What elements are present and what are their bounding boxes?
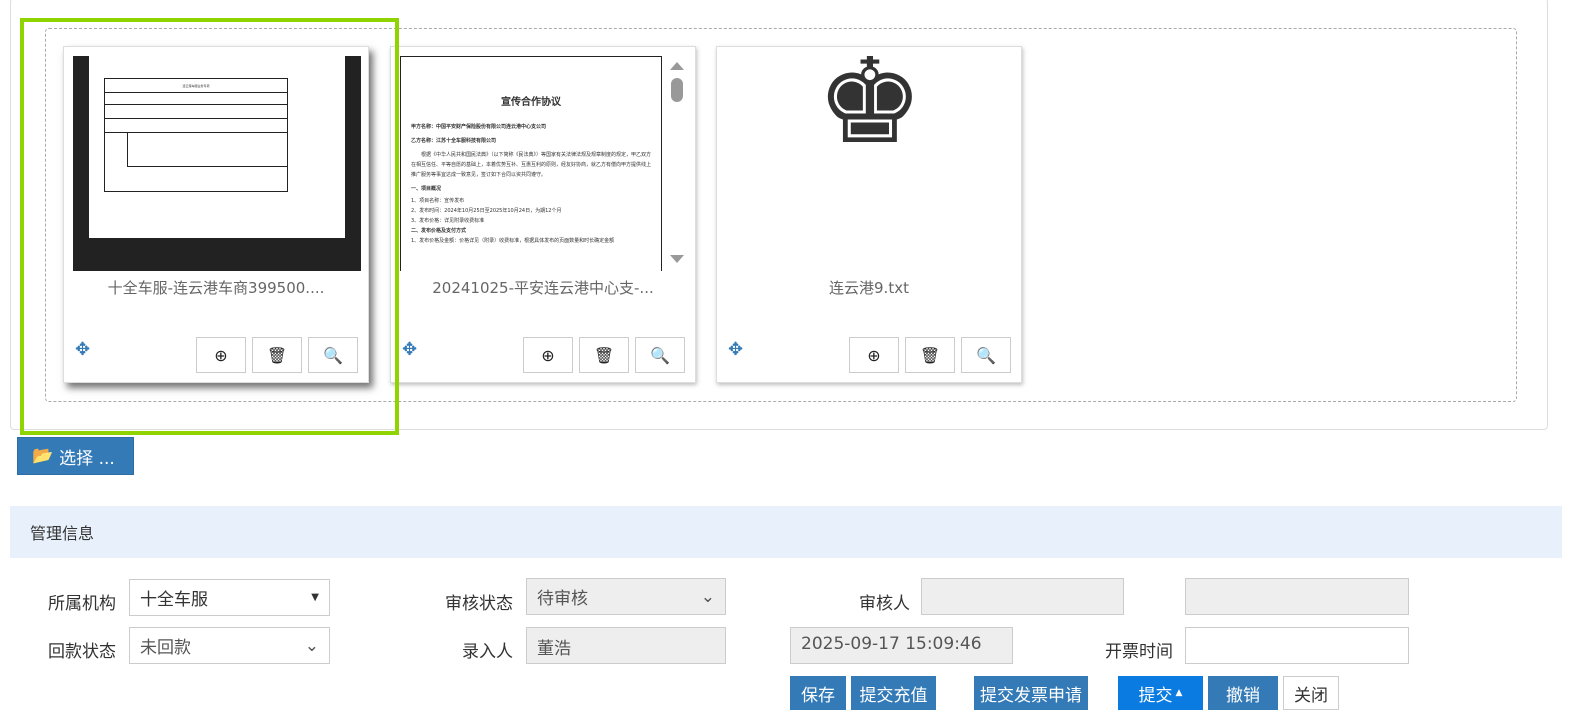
move-icon[interactable]: ✥ [402, 339, 417, 360]
preview-line: 1、项目名称：宣传发布 [411, 198, 465, 204]
submit-label: 提交 [1138, 685, 1173, 706]
preview-line: 1、发布价格及金额：价格详见（附录）收费标准，根据具体发布的页面数量和时长确定金… [411, 238, 615, 244]
section-title: 管理信息 [10, 506, 1562, 558]
file-card[interactable]: ♚ 连云港9.txt ✥ ⊕ 🗑 🔍 [716, 46, 1022, 383]
preview-line: 乙方名称：江苏十全车服科技有限公司 [411, 138, 497, 144]
revoke-button[interactable]: 撤销 [1208, 676, 1278, 710]
zoom-button[interactable]: 🔍 [635, 337, 685, 373]
trash-icon: 🗑 [593, 345, 615, 365]
close-button[interactable]: 关闭 [1283, 676, 1339, 710]
zoom-icon: 🔍 [976, 345, 996, 365]
download-button[interactable]: ⊕ [849, 337, 899, 373]
preview-line: 一、项目概况 [411, 186, 442, 192]
choose-label: 选择 ... [59, 448, 115, 469]
file-thumbnail[interactable]: ♚ [726, 56, 1014, 271]
download-icon: ⊕ [541, 345, 555, 365]
preview-line: 甲方名称：中国平安财产保险股份有限公司连云港中心支公司 [411, 124, 547, 130]
payment-status-select[interactable]: 未回款 ⌄ [129, 627, 330, 664]
auditor-label: 审核人 [859, 594, 910, 614]
audit-status-value: 待审核 [537, 589, 588, 609]
folder-open-icon: 📂 [32, 446, 54, 466]
choose-file-button[interactable]: 📂 选择 ... [17, 437, 134, 475]
chevron-down-icon: ⌄ [700, 586, 715, 607]
trash-icon: 🗑 [919, 345, 941, 365]
auditor-field[interactable] [921, 578, 1124, 615]
selected-file-highlight [20, 18, 399, 435]
zoom-button[interactable]: 🔍 [961, 337, 1011, 373]
submit-invoice-button[interactable]: 提交发票申请 [974, 676, 1088, 710]
file-text-icon: ♚ [816, 56, 924, 171]
file-thumbnail[interactable]: 宣传合作协议 甲方名称：中国平安财产保险股份有限公司连云港中心支公司 乙方名称：… [400, 56, 688, 271]
extra-field[interactable] [1185, 578, 1409, 615]
file-card[interactable]: 宣传合作协议 甲方名称：中国平安财产保险股份有限公司连云港中心支公司 乙方名称：… [390, 46, 696, 383]
preview-line: 2、发布时间：2024年10月25日至2025年10月24日，为期12个月 [411, 208, 562, 214]
org-select[interactable]: 十全车服 ▼ [129, 579, 330, 616]
preview-scrollbar[interactable] [666, 56, 688, 271]
delete-button[interactable]: 🗑 [579, 337, 629, 373]
entry-time-field[interactable]: 2025-09-17 15:09:46 [790, 627, 1013, 664]
org-label: 所属机构 [48, 594, 116, 614]
move-icon[interactable]: ✥ [728, 339, 743, 360]
preview-title: 宣传合作协议 [501, 97, 561, 108]
invoice-time-label: 开票时间 [1105, 642, 1173, 662]
audit-status-select[interactable]: 待审核 ⌄ [526, 578, 726, 615]
delete-button[interactable]: 🗑 [905, 337, 955, 373]
org-value: 十全车服 [140, 590, 208, 610]
payment-status-label: 回款状态 [48, 642, 116, 662]
preview-line: 3、发布价格：详见附录收费标准 [411, 218, 485, 224]
file-caption: 20241025-平安连云港中心支-... [432, 279, 654, 297]
download-button[interactable]: ⊕ [523, 337, 573, 373]
file-caption: 连云港9.txt [829, 279, 909, 297]
audit-status-label: 审核状态 [445, 594, 513, 614]
save-button[interactable]: 保存 [790, 676, 846, 710]
download-icon: ⊕ [867, 345, 881, 365]
caret-up-icon: ▲ [1175, 688, 1183, 698]
entered-by-field[interactable]: 董浩 [526, 627, 726, 664]
zoom-icon: 🔍 [650, 345, 670, 365]
caret-down-icon: ▼ [311, 592, 319, 603]
entered-by-label: 录入人 [462, 642, 513, 662]
submit-dropdown-button[interactable]: 提交 ▲ [1118, 676, 1203, 710]
submit-recharge-button[interactable]: 提交充值 [851, 676, 936, 710]
preview-line: 二、发布价格及支付方式 [411, 228, 467, 234]
payment-status-value: 未回款 [140, 638, 191, 658]
chevron-down-icon: ⌄ [304, 635, 319, 656]
preview-line: 根据《中华人民共和国民法典》（以下简称《民法典》）等国家有关法律法规及规章制度的… [411, 152, 652, 178]
invoice-time-field[interactable] [1185, 627, 1409, 664]
